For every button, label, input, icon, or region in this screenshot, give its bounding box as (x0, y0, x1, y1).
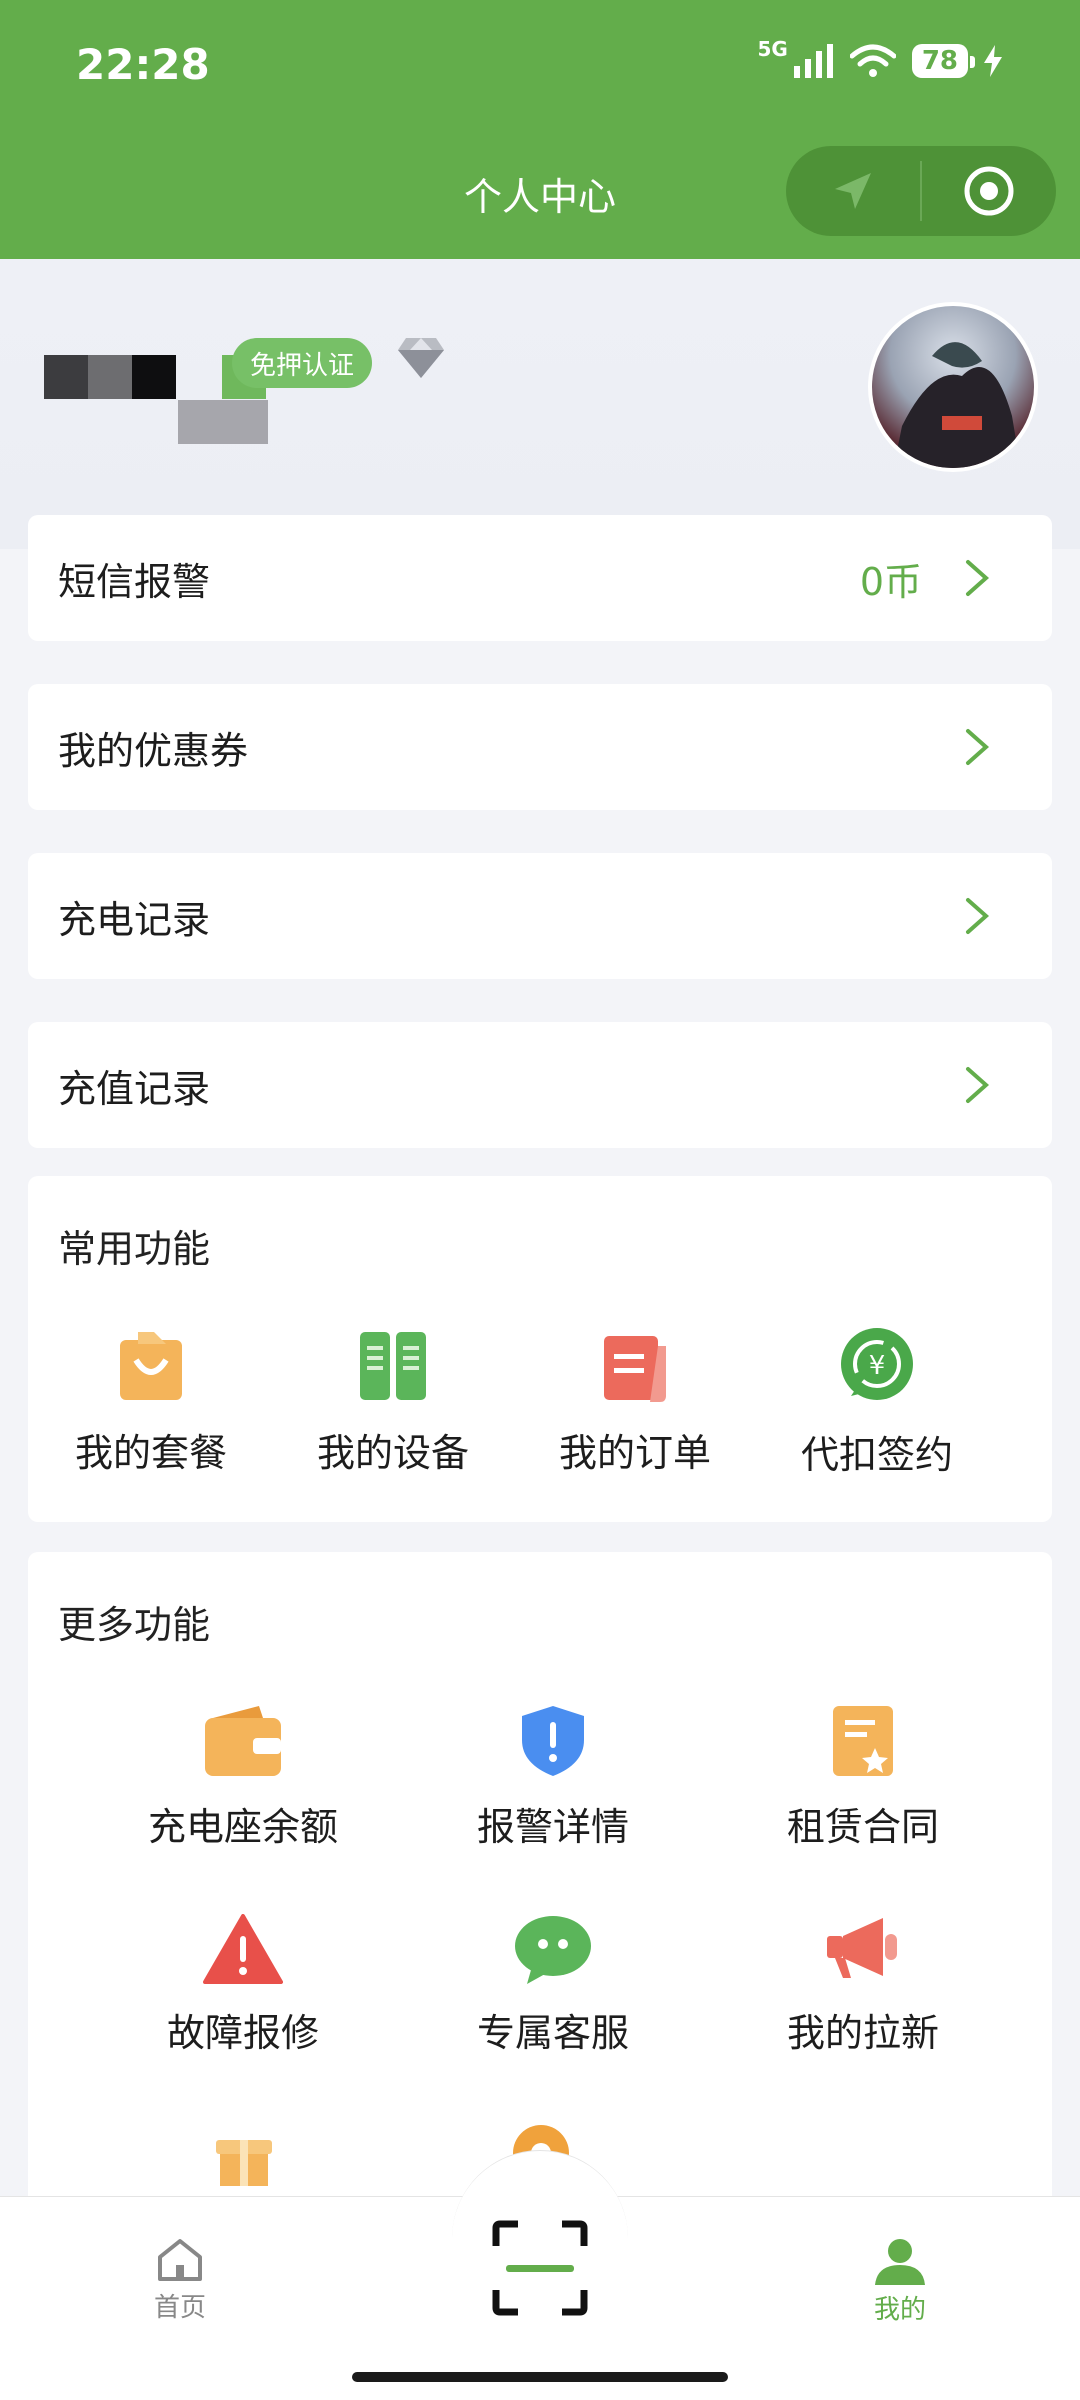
mini-program-capsule (786, 146, 1056, 236)
chevron-right-icon (966, 1067, 990, 1103)
item-label: 报警详情 (476, 1805, 629, 1849)
item-label: 充电座余额 (147, 1805, 338, 1849)
auto-pay-item[interactable]: ¥ 代扣签约 (772, 1326, 982, 1479)
megaphone-icon (827, 1918, 897, 1978)
tab-label: 我的 (873, 2295, 926, 2325)
dock-balance-item[interactable]: 充电座余额 (88, 1704, 398, 1851)
section-title: 更多功能 (58, 1603, 211, 1647)
coin-balance: 0币 (859, 559, 922, 604)
section-title: 常用功能 (58, 1227, 211, 1271)
contract-icon (833, 1706, 893, 1776)
item-label: 代扣签约 (800, 1433, 953, 1477)
chat-icon (515, 1916, 591, 1984)
target-icon (964, 166, 1014, 216)
location-button[interactable] (786, 146, 920, 236)
row-label: 充值记录 (58, 1066, 211, 1111)
header-bar: 22:28 5G 78 个人中心 (0, 0, 1080, 259)
diamond-icon (398, 338, 444, 378)
wallet-icon (205, 1706, 281, 1776)
navigation-arrow-icon (835, 173, 871, 209)
row-label: 充电记录 (58, 897, 211, 942)
charging-records-row[interactable]: 充电记录 (28, 853, 1052, 979)
battery-indicator: 78 (911, 44, 975, 78)
scan-button[interactable] (492, 2220, 588, 2316)
chevron-right-icon (966, 898, 990, 934)
item-label: 我的设备 (316, 1431, 469, 1475)
item-label: 我的拉新 (786, 2011, 939, 2055)
row-label: 我的优惠券 (58, 728, 249, 773)
signal-icon (793, 44, 833, 78)
gift-icon[interactable] (212, 2122, 276, 2186)
item-label: 专属客服 (476, 2011, 629, 2055)
auto-pay-icon: ¥ (841, 1328, 913, 1400)
recharge-records-row[interactable]: 充值记录 (28, 1022, 1052, 1148)
close-miniprogram-button[interactable] (922, 146, 1056, 236)
tab-home[interactable]: 首页 (140, 2237, 220, 2324)
row-label: 短信报警 (58, 559, 211, 604)
battery-level: 78 (921, 46, 958, 76)
tab-mine[interactable]: 我的 (860, 2237, 940, 2326)
more-functions-card: 更多功能 充电座余额 报警详情 租赁合同 故障报修 专属客服 我的拉新 (28, 1552, 1052, 2202)
user-icon (875, 2239, 925, 2285)
svg-text:¥: ¥ (869, 1351, 886, 1381)
user-id-redacted (178, 400, 268, 444)
tab-label: 首页 (153, 2293, 206, 2323)
avatar-image (893, 342, 1021, 468)
status-time: 22:28 (76, 40, 210, 89)
home-indicator (352, 2372, 728, 2382)
item-label: 我的套餐 (74, 1431, 227, 1475)
common-functions-card: 常用功能 我的套餐 我的设备 我的订单 ¥ 代扣签约 (28, 1176, 1052, 1522)
coupons-row[interactable]: 我的优惠券 (28, 684, 1052, 810)
username-redacted (44, 355, 176, 399)
sms-alert-row[interactable]: 短信报警 0币 (28, 515, 1052, 641)
warning-icon (203, 1914, 283, 1984)
referral-item[interactable]: 我的拉新 (708, 1914, 1018, 2057)
my-devices-item[interactable]: 我的设备 (288, 1326, 498, 1477)
chevron-right-icon (966, 560, 990, 596)
network-type: 5G (757, 37, 788, 61)
wifi-icon (849, 44, 896, 77)
shield-alert-icon (522, 1706, 584, 1776)
package-icon (120, 1332, 182, 1400)
order-icon (604, 1336, 666, 1402)
avatar[interactable] (868, 302, 1038, 472)
my-package-item[interactable]: 我的套餐 (46, 1326, 256, 1477)
item-label: 租赁合同 (786, 1805, 939, 1849)
alarm-details-item[interactable]: 报警详情 (398, 1704, 708, 1851)
chevron-right-icon (966, 729, 990, 765)
customer-service-item[interactable]: 专属客服 (398, 1914, 708, 2057)
lease-contract-item[interactable]: 租赁合同 (708, 1704, 1018, 1851)
deposit-free-badge: 免押认证 (232, 338, 373, 388)
item-label: 我的订单 (558, 1431, 711, 1475)
my-orders-item[interactable]: 我的订单 (530, 1326, 740, 1477)
status-icons: 5G 78 (757, 37, 1002, 78)
charging-bolt-icon (984, 45, 1002, 77)
home-icon (158, 2239, 202, 2281)
fault-repair-item[interactable]: 故障报修 (88, 1914, 398, 2057)
item-label: 故障报修 (166, 2011, 319, 2055)
device-icon (360, 1332, 426, 1400)
